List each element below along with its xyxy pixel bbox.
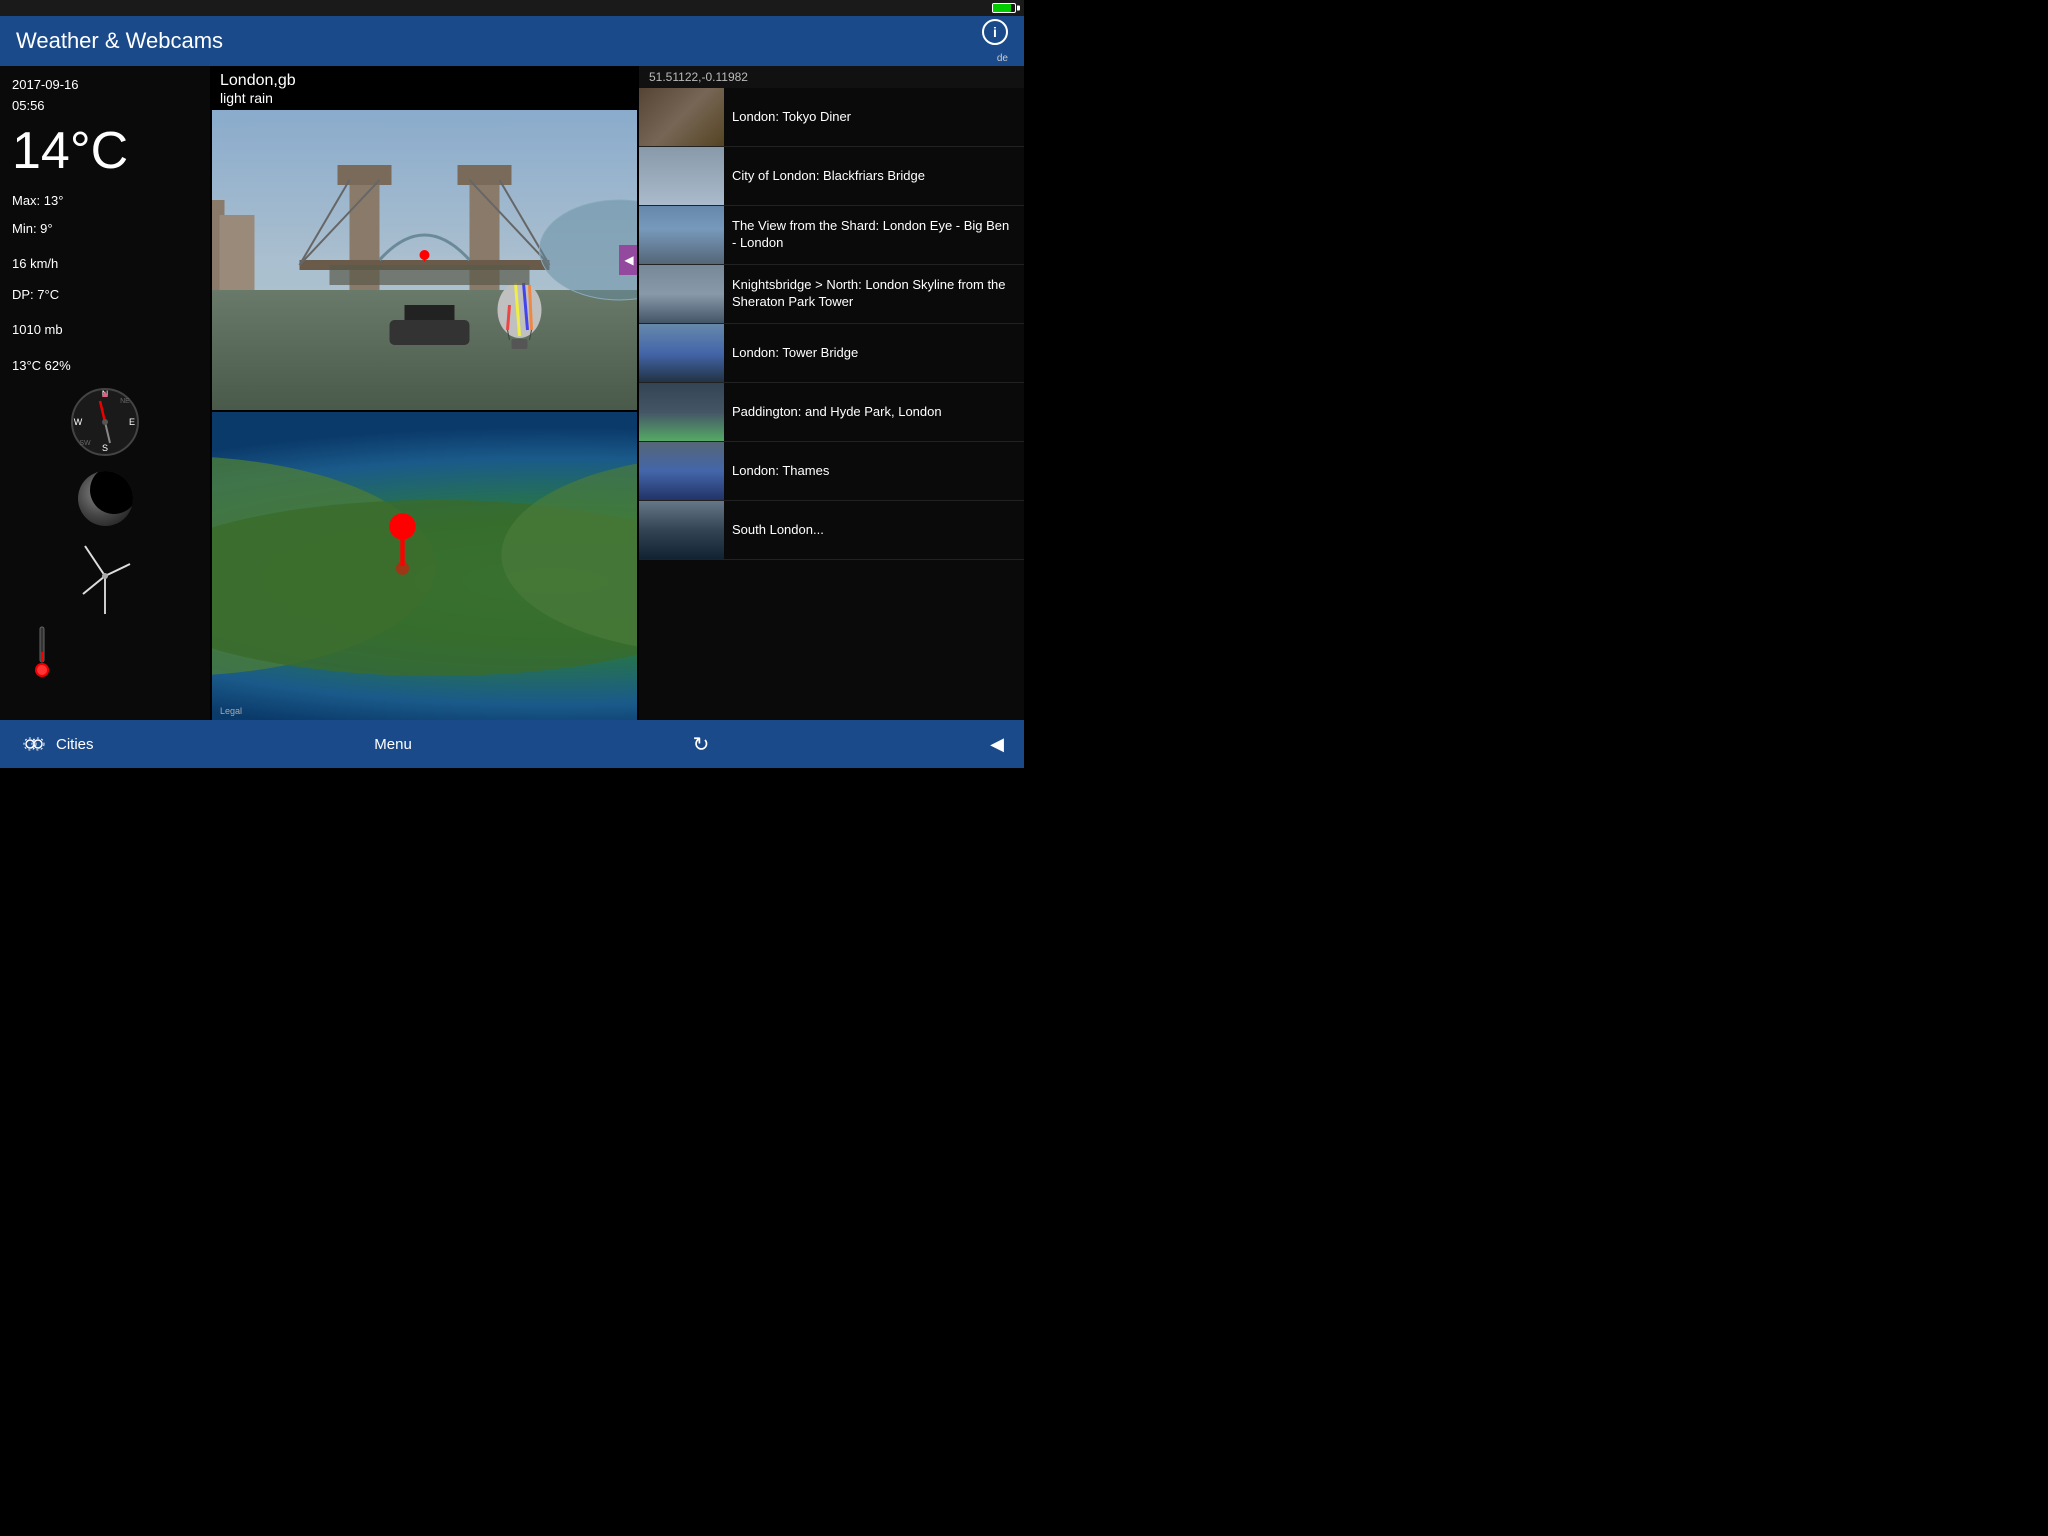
pressure: 1010 mb <box>12 318 198 341</box>
left-panel: 2017-09-16 05:56 14°C Max: 13° Min: 9° 1… <box>0 66 210 720</box>
webcam-title: London: Tokyo Diner <box>724 103 1024 132</box>
compass-container: N S W E NE SW <box>12 387 198 457</box>
refresh-nav-item[interactable]: ↻ <box>693 732 710 757</box>
webcam-thumbnail <box>639 206 724 264</box>
temperature-display: 14°C <box>12 121 198 181</box>
windmill-icon <box>65 536 145 616</box>
settings-icon <box>20 730 48 758</box>
webcam-thumbnail <box>639 88 724 146</box>
info-button[interactable]: i <box>982 19 1008 45</box>
weather-description: light rain <box>220 90 629 106</box>
main-content: 2017-09-16 05:56 14°C Max: 13° Min: 9° 1… <box>0 66 1024 720</box>
svg-text:SW: SW <box>79 440 91 447</box>
webcam-list: London: Tokyo Diner City of London: Blac… <box>639 88 1024 560</box>
humidity: 13°C 62% <box>12 354 198 377</box>
wind-speed: 16 km/h <box>12 256 198 271</box>
webcam-thumbnail <box>639 147 724 205</box>
dew-point: DP: 7°C <box>12 283 198 306</box>
webcam-title: The View from the Shard: London Eye - Bi… <box>724 212 1024 258</box>
webcam-list-item[interactable]: London: Tokyo Diner <box>639 88 1024 147</box>
webcam-title: Paddington: and Hyde Park, London <box>724 398 1024 427</box>
webcam-list-item[interactable]: South London... <box>639 501 1024 560</box>
max-temp: Max: 13° <box>12 189 198 212</box>
svg-text:E: E <box>129 417 135 427</box>
battery-icon <box>992 3 1016 13</box>
webcam-thumbnail <box>639 324 724 382</box>
center-panel: London,gb light rain <box>210 66 639 720</box>
compass: N S W E NE SW <box>70 387 140 457</box>
back-icon: ◀ <box>990 734 1004 755</box>
webcam-title: South London... <box>724 516 1024 545</box>
legal-text: Legal <box>220 706 242 716</box>
language-label: de <box>997 53 1008 64</box>
settings-nav-item[interactable]: Cities <box>20 730 94 758</box>
webcam-list-item[interactable]: The View from the Shard: London Eye - Bi… <box>639 206 1024 265</box>
location-name: London,gb <box>220 72 629 90</box>
weather-time: 05:56 <box>12 98 198 113</box>
webcam-thumbnail <box>639 265 724 323</box>
weather-date: 2017-09-16 <box>12 76 198 94</box>
webcam-title: City of London: Blackfriars Bridge <box>724 162 1024 191</box>
location-info: London,gb light rain <box>210 66 639 110</box>
webcam-list-item[interactable]: City of London: Blackfriars Bridge <box>639 147 1024 206</box>
app-title: Weather & Webcams <box>16 28 223 54</box>
cities-label: Cities <box>56 736 94 753</box>
webcam-image <box>212 110 637 410</box>
menu-nav-item[interactable]: Menu <box>374 736 412 753</box>
right-panel: 51.51122,-0.11982 London: Tokyo Diner Ci… <box>639 66 1024 720</box>
menu-label: Menu <box>374 736 412 753</box>
webcam-list-item[interactable]: London: Tower Bridge <box>639 324 1024 383</box>
moon-container <box>12 471 198 526</box>
webcam-list-item[interactable]: Paddington: and Hyde Park, London <box>639 383 1024 442</box>
webcam-title: London: Thames <box>724 457 1024 486</box>
header-right: i de <box>982 19 1008 64</box>
min-temp: Min: 9° <box>12 217 198 240</box>
webcam-next-arrow[interactable]: ◀ <box>619 245 637 275</box>
back-nav-item[interactable]: ◀ <box>990 734 1004 755</box>
webcam-list-item[interactable]: London: Thames <box>639 442 1024 501</box>
webcam-thumbnail <box>639 501 724 559</box>
svg-text:W: W <box>74 417 83 427</box>
svg-text:S: S <box>102 443 108 453</box>
map-view[interactable]: Legal <box>212 412 637 720</box>
thermometer-container <box>12 622 198 682</box>
coordinates-bar: 51.51122,-0.11982 <box>639 66 1024 88</box>
status-bar <box>0 0 1024 16</box>
webcam-title: Knightsbridge > North: London Skyline fr… <box>724 271 1024 317</box>
map-image <box>212 412 637 720</box>
webcam-view[interactable]: ◀ <box>212 110 637 410</box>
webcam-list-item[interactable]: Knightsbridge > North: London Skyline fr… <box>639 265 1024 324</box>
bottom-nav: Cities Menu ↻ ◀ <box>0 720 1024 768</box>
windmill-container <box>12 536 198 616</box>
header: Weather & Webcams i de <box>0 16 1024 66</box>
moon-phase <box>78 471 133 526</box>
svg-text:NE: NE <box>120 398 130 405</box>
refresh-icon: ↻ <box>693 732 710 757</box>
thermometer-icon <box>32 622 52 682</box>
webcam-thumbnail <box>639 442 724 500</box>
battery-fill <box>993 4 1011 12</box>
webcam-thumbnail <box>639 383 724 441</box>
webcam-title: London: Tower Bridge <box>724 339 1024 368</box>
